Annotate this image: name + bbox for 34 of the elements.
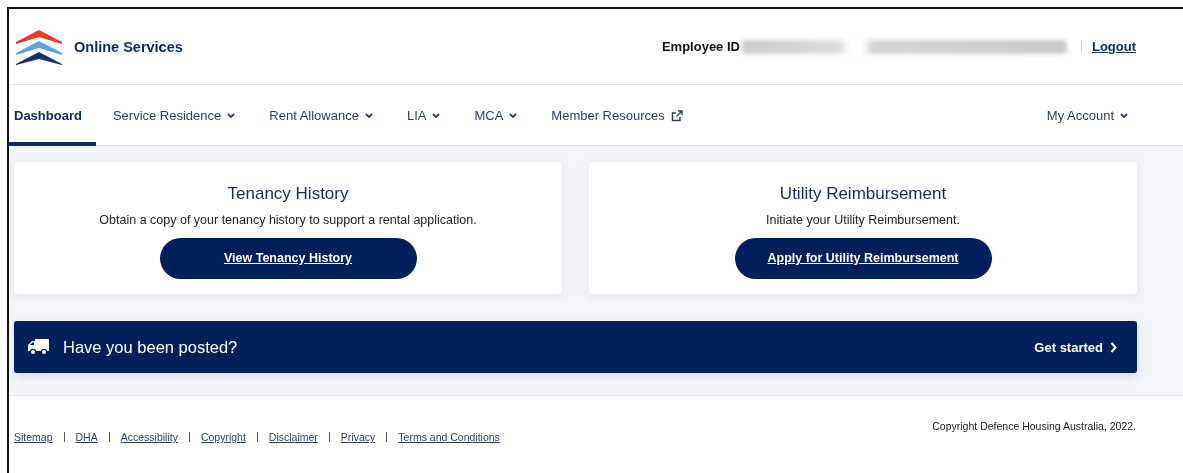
chevron-down-icon (432, 112, 441, 119)
footer-link[interactable]: Privacy (340, 431, 376, 443)
footer-link[interactable]: Accessibility (120, 431, 178, 443)
copyright-text: Copyright Defence Housing Australia, 2022. (932, 420, 1136, 434)
chevron-down-icon (227, 112, 236, 119)
nav-tab[interactable]: MCA (457, 85, 535, 146)
footer-link[interactable]: Terms and Conditions (398, 431, 500, 443)
card-description: Obtain a copy of your tenancy history to support a rental application. (99, 213, 477, 227)
banner-text: Have you been posted? (63, 337, 239, 357)
logout-link[interactable]: Logout (1091, 39, 1136, 54)
card-button[interactable]: View Tenancy History (159, 238, 417, 279)
get-started-link[interactable]: Get started (1034, 339, 1117, 355)
card-description: Initiate your Utility Reimbursement. (766, 213, 960, 227)
chevron-down-icon (509, 112, 518, 119)
footer-link[interactable]: Sitemap (14, 431, 53, 443)
account-menu[interactable]: My Account (1029, 85, 1145, 146)
nav-tab[interactable]: LIA (389, 85, 458, 146)
nav-tab[interactable]: Rent Allowance (252, 85, 390, 146)
footer-link[interactable]: Disclaimer (268, 431, 318, 443)
chevron-down-icon (1120, 112, 1128, 119)
card-button[interactable]: Apply for Utility Reimbursement (734, 238, 992, 279)
card-title: Tenancy History (227, 184, 349, 204)
brand-title: Online Services (74, 38, 183, 55)
footer-link[interactable]: DHA (75, 431, 98, 443)
chevron-right-icon (1110, 341, 1117, 353)
card-title: Utility Reimbursement (779, 184, 947, 204)
footer-link[interactable]: Copyright (200, 431, 246, 443)
nav-tab[interactable]: Member Resources (534, 85, 700, 146)
employee-id-label: Employee ID (661, 39, 740, 54)
nav-tab[interactable]: Service Residence (95, 85, 253, 146)
truck-icon (28, 339, 49, 355)
logo-icon (14, 28, 64, 65)
chevron-down-icon (364, 112, 373, 119)
external-link-icon (670, 109, 683, 122)
